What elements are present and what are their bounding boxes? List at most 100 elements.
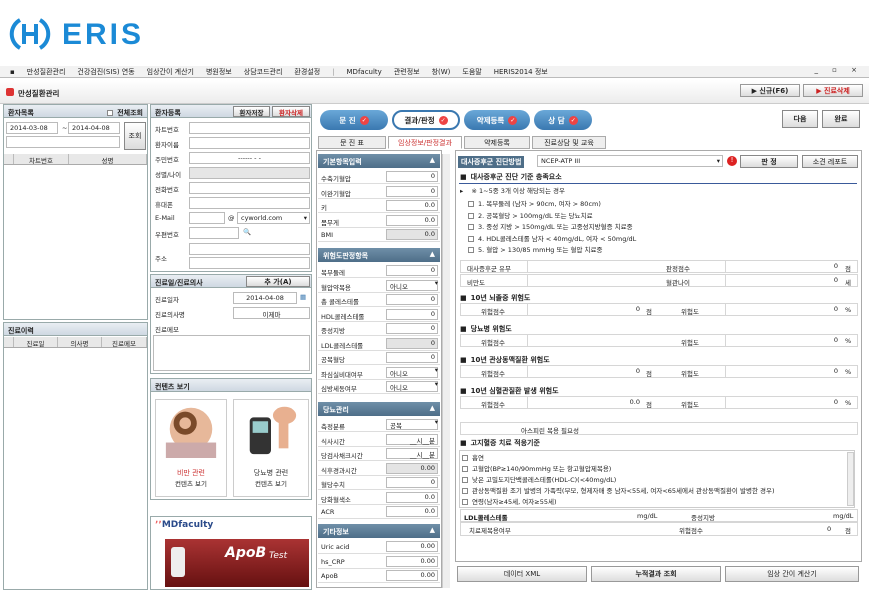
lipid-criteria-item[interactable]: 낮은 고밀도지단백콜레스테롤(HDL-C)(<40mg/dL)	[462, 474, 616, 484]
search-button[interactable]: 조회	[124, 122, 146, 150]
col-name[interactable]: 성명	[69, 154, 147, 165]
calendar-icon[interactable]: ▦	[300, 293, 306, 301]
phone-input[interactable]	[189, 182, 310, 194]
app-menu-icon[interactable]: ▪	[4, 68, 21, 76]
add-visit-button[interactable]: 추 가(A)	[246, 276, 310, 287]
field-input[interactable]: 0.00	[386, 462, 438, 474]
apob-test-banner[interactable]: ApoB Test	[165, 539, 309, 587]
view-all-toggle[interactable]: 전체조회	[107, 108, 143, 118]
complete-button[interactable]: 완료	[822, 110, 860, 128]
field-input[interactable]: 아니오	[386, 381, 438, 392]
judge-button[interactable]: 판 정	[740, 155, 798, 168]
lipid-criteria-item[interactable]: 흡연	[462, 452, 484, 462]
xml-data-button[interactable]: 데이터 XML	[457, 566, 587, 582]
field-input[interactable]: 공복	[386, 419, 438, 430]
mobile-input[interactable]	[189, 197, 310, 209]
menu-settings[interactable]: 환경설정	[288, 67, 326, 77]
criteria-item[interactable]: 3. 중성 지방 > 150mg/dL 또는 고중성지방혈증 치료중	[468, 221, 633, 231]
menu-hospital[interactable]: 병원정보	[200, 67, 238, 77]
input-column-scrollbar[interactable]	[442, 154, 450, 588]
field-input[interactable]: 0	[386, 477, 438, 488]
lipid-criteria-item[interactable]: 관상동맥질환 조기 발병의 가족력(부모, 형제자매 중 남자<55세, 여자<…	[462, 485, 774, 495]
criteria-item[interactable]: 4. HDL콜레스테롤 남자 < 40mg/dL, 여자 < 50mg/dL	[468, 233, 636, 243]
menu-related[interactable]: 관련정보	[388, 67, 426, 77]
col-visit-date[interactable]: 진료일	[14, 337, 58, 348]
diag-method-select[interactable]: NCEP-ATP III ▾	[537, 155, 723, 167]
step-counsel[interactable]: 상 담 ✓	[534, 110, 592, 130]
basic-section-header[interactable]: 기본항목입력 ▲	[318, 154, 440, 168]
doctor-select[interactable]: 이제마	[233, 307, 310, 319]
field-input[interactable]: __시__분	[386, 433, 438, 445]
visit-memo-textarea[interactable]	[153, 335, 310, 371]
field-input[interactable]: 0.00	[386, 555, 438, 567]
field-input[interactable]: 0	[386, 185, 438, 197]
address-line1-input[interactable]	[189, 243, 310, 255]
email-id-input[interactable]	[189, 212, 225, 224]
lipid-scrollbar[interactable]	[847, 452, 854, 506]
menu-window[interactable]: 창(W)	[426, 67, 457, 77]
obesity-content-card[interactable]: 비만 관련 컨텐츠 보기	[155, 399, 227, 497]
patient-name-input[interactable]	[189, 137, 310, 149]
criteria-item[interactable]: 2. 공복혈당 > 100mg/dL 또는 당뇨치료	[468, 210, 593, 220]
field-input[interactable]: 0	[386, 352, 438, 363]
field-input[interactable]: 0	[386, 323, 438, 334]
field-input[interactable]: 0.0	[386, 200, 438, 211]
clinical-calculator-button[interactable]: 임상 간이 계산기	[725, 566, 859, 582]
criteria-item[interactable]: 1. 복부둘레 (남자 > 90cm, 여자 > 80cm)	[468, 198, 601, 208]
address-line2-input[interactable]	[189, 257, 310, 269]
collapse-arrow-icon[interactable]: ▲	[430, 404, 435, 412]
field-input[interactable]: 0.00	[386, 541, 438, 552]
window-controls[interactable]: _ ▫ ×	[814, 66, 863, 74]
field-input[interactable]: 0.0	[386, 491, 438, 503]
collapse-arrow-icon[interactable]: ▲	[430, 156, 435, 164]
criteria-item[interactable]: 5. 혈압 > 130/85 mmHg 또는 혈압 치료중	[468, 244, 602, 254]
menu-help[interactable]: 도움말	[456, 67, 487, 77]
menu-sis[interactable]: 건강검진(SIS) 연동	[71, 67, 140, 77]
lipid-criteria-item[interactable]: 연령(남자≥45세, 여자≥55세)	[462, 496, 556, 506]
tab-clinical-result[interactable]: 임상정보/판정결과	[388, 136, 462, 149]
ssn-input[interactable]: ------ - -	[189, 152, 310, 164]
field-input[interactable]: 0.0	[386, 506, 438, 517]
menu-counsel-code[interactable]: 상담코드관리	[238, 67, 289, 77]
save-patient-button[interactable]: 환자저장	[233, 106, 270, 117]
lipid-criteria-item[interactable]: 고혈압(BP≥140/90mmHg 또는 항고혈압제복용)	[462, 463, 611, 473]
zip-input[interactable]	[189, 227, 239, 239]
menu-calculator[interactable]: 임상간이 계산기	[141, 67, 200, 77]
report-button[interactable]: 소견 레포트	[802, 155, 858, 168]
field-input[interactable]: 0.0	[386, 214, 438, 226]
menu-about[interactable]: HERIS2014 정보	[488, 67, 554, 77]
col-doctor[interactable]: 의사명	[58, 337, 102, 348]
new-visit-button[interactable]: ▶ 신규(F6)	[740, 84, 800, 97]
field-input[interactable]: 0.00	[386, 570, 438, 581]
delete-patient-button[interactable]: 환자삭제	[272, 106, 310, 117]
tab-questionnaire[interactable]: 문 진 표	[318, 136, 386, 149]
col-chart-no[interactable]: 차트번호	[14, 154, 69, 165]
next-button[interactable]: 다음	[782, 110, 818, 128]
field-input[interactable]: 0	[386, 265, 438, 276]
field-input[interactable]: 0	[386, 337, 438, 349]
step-medication[interactable]: 약제등록 ✓	[464, 110, 530, 130]
col-memo[interactable]: 진료메모	[102, 337, 147, 348]
tab-counsel-edu[interactable]: 진료상담 및 교육	[532, 136, 606, 149]
tab-medication[interactable]: 약제등록	[464, 136, 530, 149]
glucose-section-header[interactable]: 당뇨관리 ▲	[318, 402, 440, 416]
risk-section-header[interactable]: 위험도판정항목 ▲	[318, 248, 440, 262]
diabetes-content-card[interactable]: 당뇨병 관련 컨텐츠 보기	[233, 399, 309, 497]
etc-section-header[interactable]: 기타정보 ▲	[318, 524, 440, 538]
date-from-field[interactable]: 2014-03-08	[6, 122, 58, 134]
visit-date-input[interactable]: 2014-04-08	[233, 292, 297, 304]
field-input[interactable]: 0.0	[386, 229, 438, 240]
collapse-arrow-icon[interactable]: ▲	[430, 250, 435, 258]
mdfaculty-logo[interactable]: ʼʼMDfaculty	[155, 520, 213, 530]
zip-search-icon[interactable]: 🔍	[243, 228, 251, 236]
menu-mdfaculty[interactable]: MDfaculty	[341, 68, 388, 76]
field-input[interactable]: __시__분	[386, 448, 438, 459]
patient-search-input[interactable]	[6, 136, 120, 148]
date-to-field[interactable]: 2014-04-08	[68, 122, 120, 134]
field-input[interactable]: 0	[386, 294, 438, 305]
field-input[interactable]: 아니오	[386, 366, 438, 378]
cumulative-result-button[interactable]: 누적결과 조회	[591, 566, 721, 582]
collapse-arrow-icon[interactable]: ▲	[430, 526, 435, 534]
email-domain-select[interactable]: cyworld.com ▾	[237, 212, 310, 224]
step-interview[interactable]: 문 진 ✓	[320, 110, 388, 130]
